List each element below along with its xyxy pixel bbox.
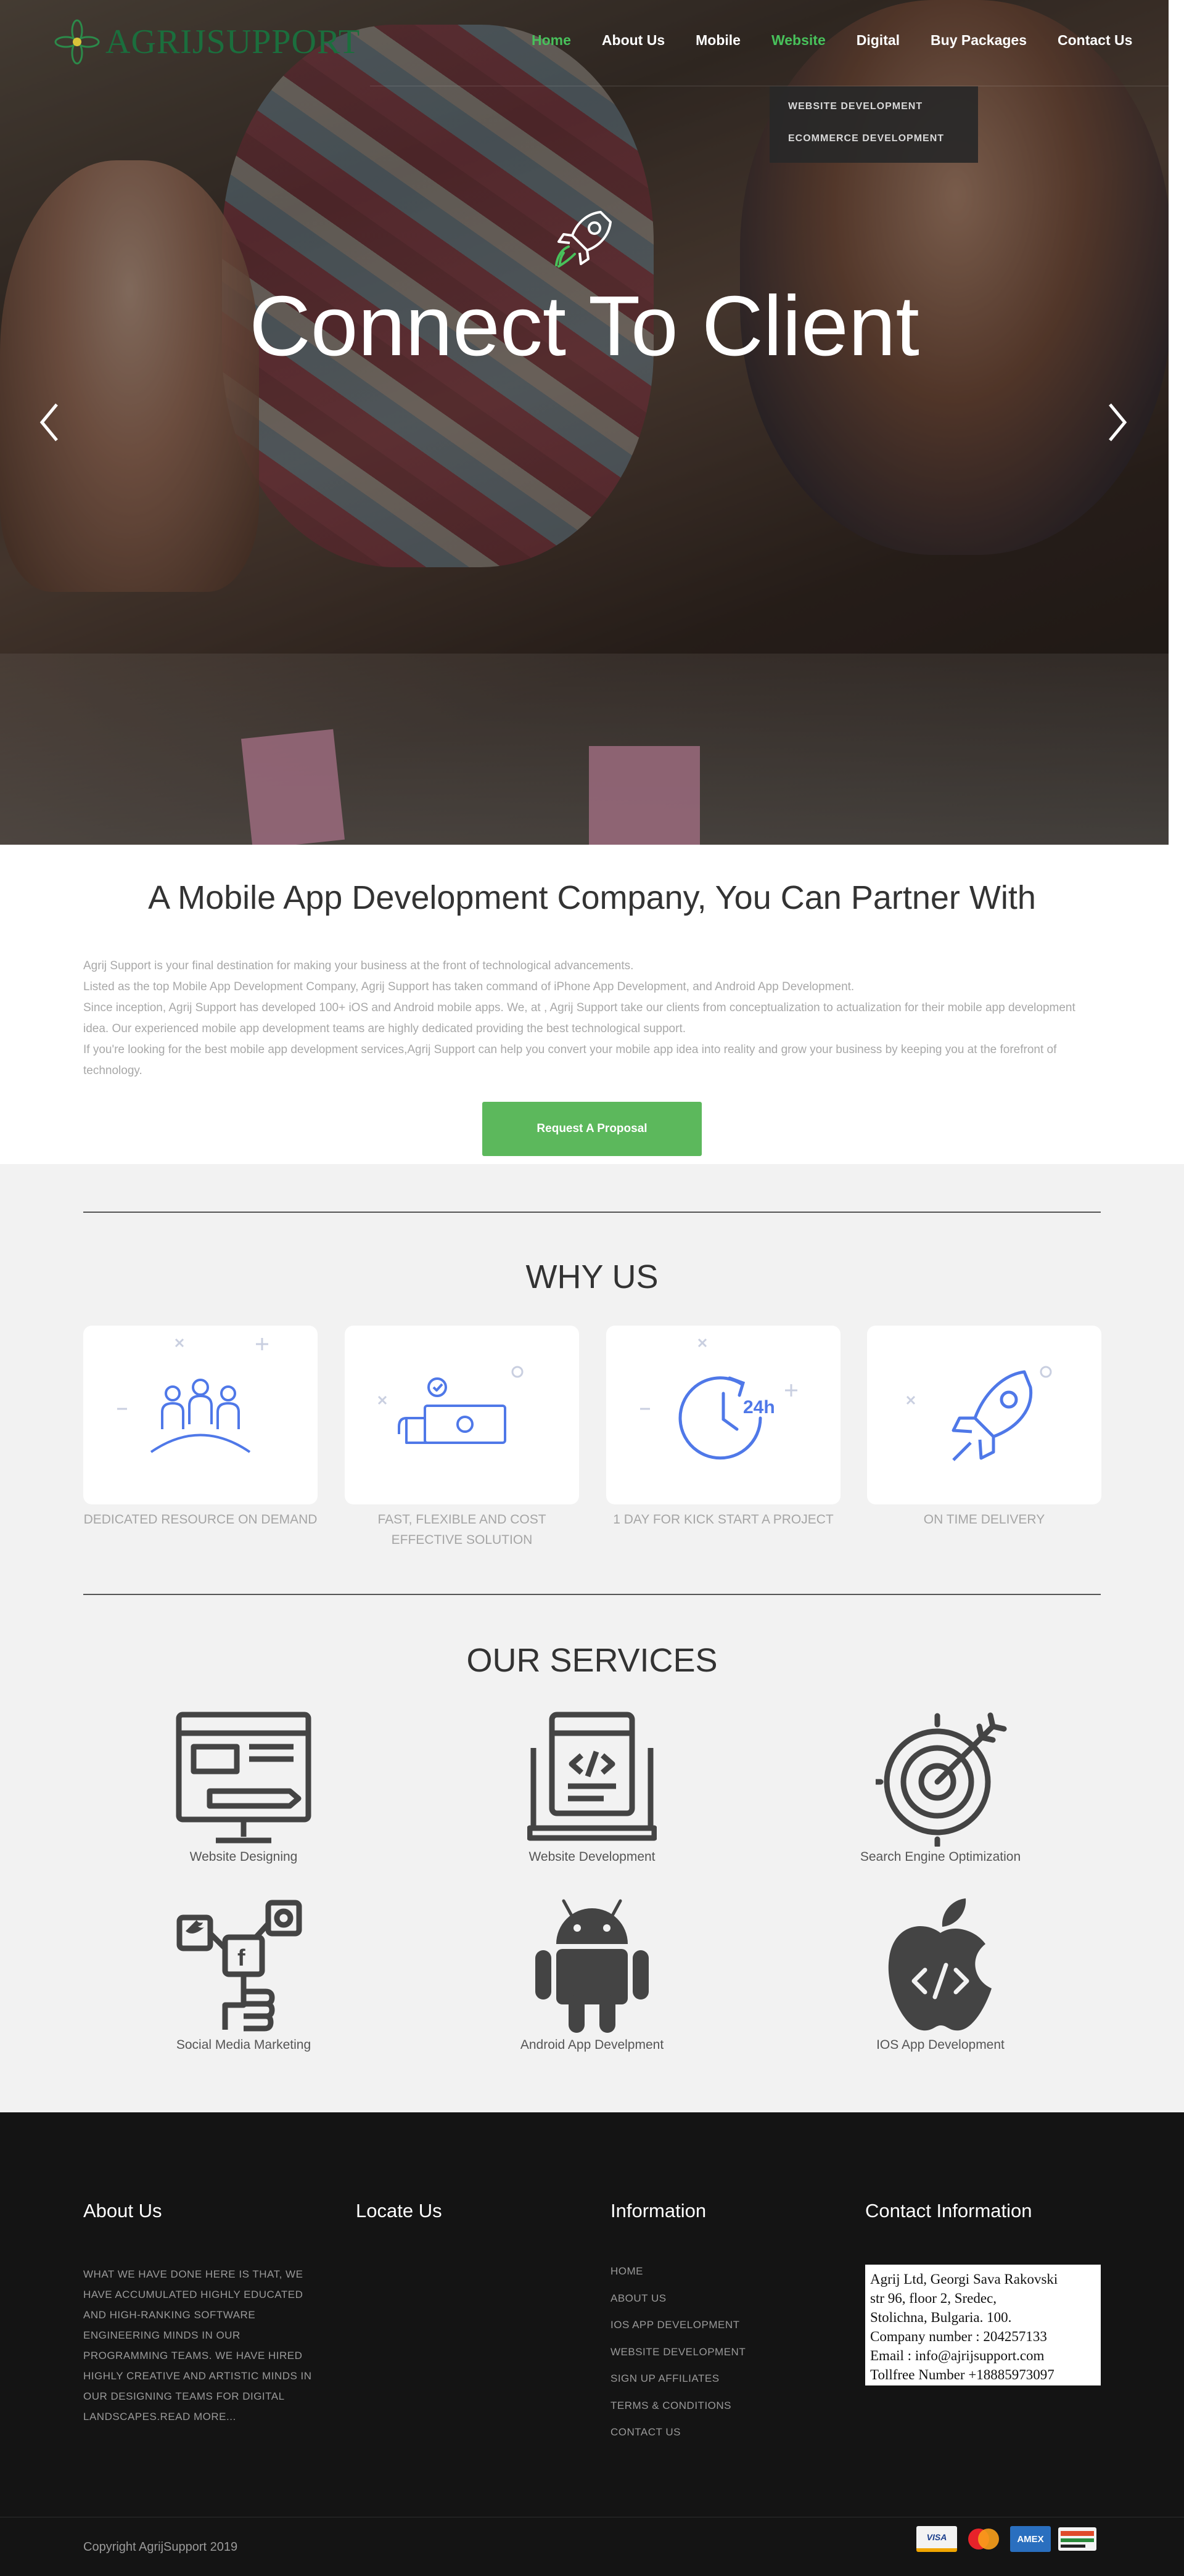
footer-information-links: HOME ABOUT US IOS APP DEVELOPMENT WEBSIT… <box>610 2258 746 2446</box>
laptop-code-icon[interactable] <box>527 1711 657 1847</box>
copyright-text: Copyright AgrijSupport 2019 <box>83 2540 238 2554</box>
nav-about-us[interactable]: About Us <box>602 32 665 49</box>
chevron-left-icon[interactable] <box>37 401 62 444</box>
why-card-on-time <box>867 1326 1101 1504</box>
footer-link-sign-up-affiliates[interactable]: SIGN UP AFFILIATES <box>610 2365 746 2392</box>
why-us-title: WHY US <box>525 1258 659 1295</box>
service-label[interactable]: Website Development <box>469 1850 715 1864</box>
why-label: ON TIME DELIVERY <box>923 1512 1045 1527</box>
request-proposal-button[interactable]: Request A Proposal <box>482 1102 702 1156</box>
footer-link-ios-app-development[interactable]: IOS APP DEVELOPMENT <box>610 2311 746 2339</box>
section-divider <box>83 1594 1101 1595</box>
rocket-icon <box>555 211 612 268</box>
footer-about-text[interactable]: WHAT WE HAVE DONE HERE IS THAT, WE HAVE … <box>83 2264 324 2427</box>
payment-cards: VISA AMEX <box>916 2526 1098 2552</box>
service-label[interactable]: Website Designing <box>120 1850 367 1864</box>
android-icon[interactable] <box>530 1896 654 2035</box>
why-label: DEDICATED RESOURCE ON DEMAND <box>83 1512 318 1527</box>
footer-link-contact-us[interactable]: CONTACT US <box>610 2419 746 2446</box>
nav-website[interactable]: Website <box>771 32 826 49</box>
website-dropdown-menu: WEBSITE DEVELOPMENT ECOMMERCE DEVELOPMEN… <box>770 86 978 163</box>
why-label: FAST, FLEXIBLE AND COST EFFECTIVE SOLUTI… <box>377 1512 546 1547</box>
apple-code-icon[interactable] <box>882 1896 999 2035</box>
nav-contact-us[interactable]: Contact Us <box>1058 32 1132 49</box>
contact-line: Company number : 204257133 <box>870 2329 1047 2344</box>
team-icon <box>117 1338 268 1453</box>
why-card-dedicated-resource <box>83 1326 318 1504</box>
hero-overlay <box>0 0 1169 845</box>
service-label[interactable]: Search Engine Optimization <box>817 1850 1064 1864</box>
visa-card-icon: VISA <box>916 2526 957 2552</box>
why-label: 1 DAY FOR KICK START A PROJECT <box>613 1512 834 1527</box>
money-hand-icon <box>377 1366 524 1444</box>
svg-text:24h: 24h <box>743 1397 775 1417</box>
monitor-design-icon[interactable] <box>173 1711 314 1847</box>
contact-line: str 96, floor 2, Sredec, <box>870 2291 997 2306</box>
intro-paragraph: Since inception, Agrij Support has devel… <box>83 1001 1075 1035</box>
hero-slider: AGRIJSUPPORT Home About Us Mobile Websit… <box>0 0 1169 845</box>
site-logo[interactable]: AGRIJSUPPORT <box>52 17 360 67</box>
social-hand-icon[interactable]: f <box>176 1899 311 2035</box>
footer-contact-box: Agrij Ltd, Georgi Sava Rakovski str 96, … <box>865 2265 1101 2385</box>
intro-paragraph: Agrij Support is your final destination … <box>83 959 634 972</box>
service-label[interactable]: IOS App Development <box>817 2038 1064 2053</box>
why-card-cost-effective <box>345 1326 579 1504</box>
service-label[interactable]: Android App Develpment <box>469 2038 715 2053</box>
contact-email[interactable]: Email : info@ajrijsupport.com <box>870 2346 1096 2365</box>
svg-text:f: f <box>237 1945 245 1971</box>
main-nav: Home About Us Mobile Website Digital Buy… <box>532 32 1163 49</box>
dropdown-item-website-development[interactable]: WEBSITE DEVELOPMENT <box>788 99 960 115</box>
intro-paragraph: If you're looking for the best mobile ap… <box>83 1043 1057 1077</box>
intro-section: A Mobile App Development Company, You Ca… <box>0 845 1184 1164</box>
nav-digital[interactable]: Digital <box>857 32 900 49</box>
target-icon[interactable] <box>876 1711 1011 1847</box>
flower-logo-icon <box>54 19 100 65</box>
dropdown-item-ecommerce-development[interactable]: ECOMMERCE DEVELOPMENT <box>788 131 960 147</box>
footer-link-about-us[interactable]: ABOUT US <box>610 2285 746 2312</box>
footer-link-website-development[interactable]: WEBSITE DEVELOPMENT <box>610 2339 746 2366</box>
amex-card-icon: AMEX <box>1010 2526 1051 2552</box>
section-divider <box>83 1212 1101 1213</box>
chevron-right-icon[interactable] <box>1105 401 1130 444</box>
intro-description: Agrij Support is your final destination … <box>83 956 1101 1081</box>
footer-link-terms-conditions[interactable]: TERMS & CONDITIONS <box>610 2392 746 2419</box>
intro-paragraph: Listed as the top Mobile App Development… <box>83 980 855 993</box>
clock-24h-icon: 24h <box>640 1338 797 1460</box>
why-card-kick-start: 24h <box>606 1326 841 1504</box>
hero-title: Connect To Client <box>249 279 919 374</box>
service-label[interactable]: Social Media Marketing <box>120 2038 367 2053</box>
nav-mobile[interactable]: Mobile <box>696 32 741 49</box>
footer-about-title: About Us <box>83 2200 162 2221</box>
intro-heading: A Mobile App Development Company, You Ca… <box>148 879 1036 916</box>
mastercard-icon <box>968 2529 999 2549</box>
contact-line: Agrij Ltd, Georgi Sava Rakovski <box>870 2271 1058 2287</box>
contact-phone[interactable]: Tollfree Number +18885973097 <box>870 2365 1096 2384</box>
footer-locate-title: Locate Us <box>356 2200 442 2221</box>
footer-contact-title: Contact Information <box>865 2200 1032 2221</box>
footer-link-home[interactable]: HOME <box>610 2258 746 2285</box>
footer-information-title: Information <box>610 2200 707 2221</box>
nav-buy-packages[interactable]: Buy Packages <box>931 32 1027 49</box>
rocket-icon <box>906 1366 1052 1461</box>
contact-line: Stolichna, Bulgaria. 100. <box>870 2310 1012 2325</box>
nav-home[interactable]: Home <box>532 32 571 49</box>
our-services-title: OUR SERVICES <box>466 1642 718 1679</box>
discover-card-icon <box>1058 2527 1096 2551</box>
site-logo-text: AGRIJSUPPORT <box>105 23 361 61</box>
